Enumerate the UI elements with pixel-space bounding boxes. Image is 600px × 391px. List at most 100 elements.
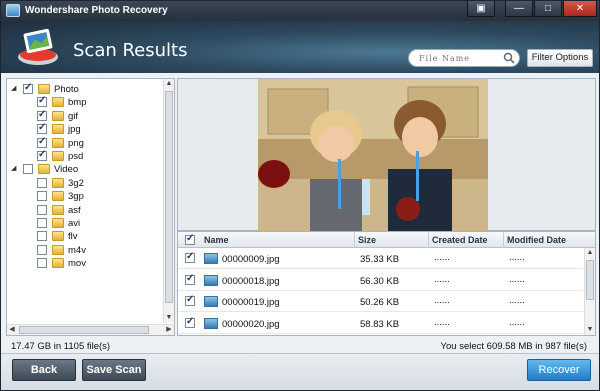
tree-checkbox[interactable] bbox=[23, 164, 33, 175]
table-row[interactable]: 00000020.jpg 58.83 KB............ bbox=[178, 313, 583, 334]
close-button[interactable]: ✕ bbox=[563, 1, 597, 17]
tree-checkbox[interactable] bbox=[37, 204, 47, 215]
tree-checkbox[interactable] bbox=[37, 122, 47, 135]
tree-checkbox[interactable] bbox=[37, 177, 47, 188]
tree-horizontal-scrollbar[interactable]: ◀ ▶ bbox=[7, 324, 174, 335]
scroll-left-icon[interactable]: ◀ bbox=[7, 325, 17, 335]
modified-date: ...... bbox=[509, 316, 525, 328]
tree-item-png[interactable]: png bbox=[7, 136, 157, 150]
photo-recovery-logo-icon bbox=[18, 28, 58, 65]
image-file-icon bbox=[204, 317, 218, 329]
created-date: ...... bbox=[434, 252, 450, 263]
table-header: Name Size Created Date Modified Date bbox=[178, 232, 595, 248]
tree-item-bmp[interactable]: bmp bbox=[7, 95, 157, 109]
save-scan-button[interactable]: Save Scan bbox=[82, 359, 146, 381]
tree-item-m4v[interactable]: m4v bbox=[7, 244, 157, 257]
preview-panel bbox=[177, 78, 596, 231]
minimize-button[interactable]: — bbox=[505, 1, 533, 17]
scroll-thumb[interactable] bbox=[165, 91, 173, 303]
scroll-thumb[interactable] bbox=[586, 260, 594, 300]
mini-mode-button[interactable]: ▣ bbox=[467, 1, 495, 17]
footer-bar: Back Save Scan Recover bbox=[1, 353, 599, 390]
tree-vertical-scrollbar[interactable]: ▲ ▼ bbox=[163, 79, 174, 323]
file-name: 00000009.jpg bbox=[222, 254, 280, 265]
folder-icon bbox=[52, 124, 64, 135]
scroll-down-icon[interactable]: ▼ bbox=[585, 325, 595, 335]
search-input[interactable] bbox=[419, 52, 501, 65]
back-button[interactable]: Back bbox=[12, 359, 76, 381]
tree-item-label: Video bbox=[54, 164, 79, 176]
app-icon bbox=[6, 4, 20, 17]
row-checkbox[interactable] bbox=[185, 294, 195, 306]
tree-item-label: flv bbox=[68, 231, 78, 243]
folder-icon bbox=[52, 177, 64, 188]
created-date: ...... bbox=[434, 316, 450, 328]
tree-checkbox[interactable] bbox=[37, 231, 47, 242]
file-name: 00000020.jpg bbox=[222, 318, 280, 330]
tree-checkbox[interactable] bbox=[37, 244, 47, 255]
tree-item-label: 3gp bbox=[68, 191, 84, 203]
table-scrollbar[interactable]: ▲ ▼ bbox=[584, 248, 595, 335]
tree-item-label: Photo bbox=[54, 84, 79, 95]
selection-status: You select 609.58 MB in 987 file(s) bbox=[440, 341, 587, 352]
tree-checkbox[interactable] bbox=[37, 191, 47, 202]
image-file-icon bbox=[204, 296, 218, 307]
recover-button[interactable]: Recover bbox=[527, 359, 591, 381]
search-icon[interactable] bbox=[503, 52, 515, 64]
folder-icon bbox=[52, 218, 64, 228]
tree-item-photo[interactable]: ◢ Photo bbox=[7, 82, 157, 96]
scroll-up-icon[interactable]: ▲ bbox=[164, 79, 174, 89]
maximize-button[interactable]: □ bbox=[534, 1, 562, 17]
table-row[interactable]: 00000009.jpg 35.33 KB............ bbox=[178, 248, 583, 269]
column-header-created[interactable]: Created Date bbox=[432, 235, 488, 245]
tree-item-jpg[interactable]: jpg bbox=[7, 122, 157, 136]
column-header-modified[interactable]: Modified Date bbox=[507, 235, 566, 245]
scroll-down-icon[interactable]: ▼ bbox=[164, 313, 174, 323]
tree-item-psd[interactable]: psd bbox=[7, 149, 157, 163]
folder-icon bbox=[38, 164, 50, 175]
folder-icon bbox=[52, 244, 64, 255]
column-header-name[interactable]: Name bbox=[204, 235, 229, 245]
folder-icon bbox=[52, 231, 64, 242]
tree-item-flv[interactable]: flv bbox=[7, 230, 157, 243]
tree-item-3gp[interactable]: 3gp bbox=[7, 190, 157, 203]
image-file-icon bbox=[204, 253, 218, 264]
expand-icon[interactable]: ◢ bbox=[11, 165, 19, 173]
table-row[interactable]: 00000018.jpg 56.30 KB............ bbox=[178, 270, 583, 291]
file-size: 50.26 KB bbox=[360, 297, 400, 308]
tree-item-gif[interactable]: gif bbox=[7, 109, 157, 123]
tree-checkbox[interactable] bbox=[37, 149, 47, 161]
tree-item-label: asf bbox=[68, 204, 81, 216]
tree-item-3g2[interactable]: 3g2 bbox=[7, 177, 157, 190]
search-box[interactable] bbox=[408, 49, 520, 67]
scroll-thumb[interactable] bbox=[19, 326, 149, 334]
expand-icon[interactable]: ◢ bbox=[11, 85, 19, 93]
tree-item-label: 3g2 bbox=[68, 177, 84, 189]
folder-icon bbox=[52, 258, 64, 269]
created-date: ...... bbox=[434, 273, 450, 285]
tree-checkbox[interactable] bbox=[37, 218, 47, 228]
table-row[interactable]: 00000019.jpg 50.26 KB............ bbox=[178, 291, 583, 312]
file-size: 58.83 KB bbox=[360, 318, 400, 330]
file-list-table: Name Size Created Date Modified Date 000… bbox=[177, 231, 596, 336]
file-size: 56.30 KB bbox=[360, 275, 400, 287]
tree-checkbox[interactable] bbox=[37, 258, 47, 269]
tree-item-avi[interactable]: avi bbox=[7, 217, 157, 230]
row-checkbox[interactable] bbox=[185, 316, 195, 328]
tree-checkbox[interactable] bbox=[37, 109, 47, 121]
tree-item-label: mov bbox=[68, 258, 86, 270]
scroll-up-icon[interactable]: ▲ bbox=[585, 248, 595, 258]
tree-item-mov[interactable]: mov bbox=[7, 257, 157, 270]
scroll-right-icon[interactable]: ▶ bbox=[164, 325, 174, 335]
tree-checkbox[interactable] bbox=[37, 95, 47, 108]
tree-item-video[interactable]: ◢ Video bbox=[7, 163, 157, 176]
tree-item-asf[interactable]: asf bbox=[7, 204, 157, 217]
tree-checkbox[interactable] bbox=[37, 136, 47, 148]
filter-options-button[interactable]: Filter Options bbox=[527, 49, 593, 67]
select-all-checkbox[interactable] bbox=[185, 233, 195, 245]
page-title: Scan Results bbox=[73, 40, 188, 61]
tree-checkbox[interactable] bbox=[23, 82, 33, 94]
row-checkbox[interactable] bbox=[185, 251, 195, 263]
row-checkbox[interactable] bbox=[185, 273, 195, 285]
column-header-size[interactable]: Size bbox=[358, 235, 376, 245]
